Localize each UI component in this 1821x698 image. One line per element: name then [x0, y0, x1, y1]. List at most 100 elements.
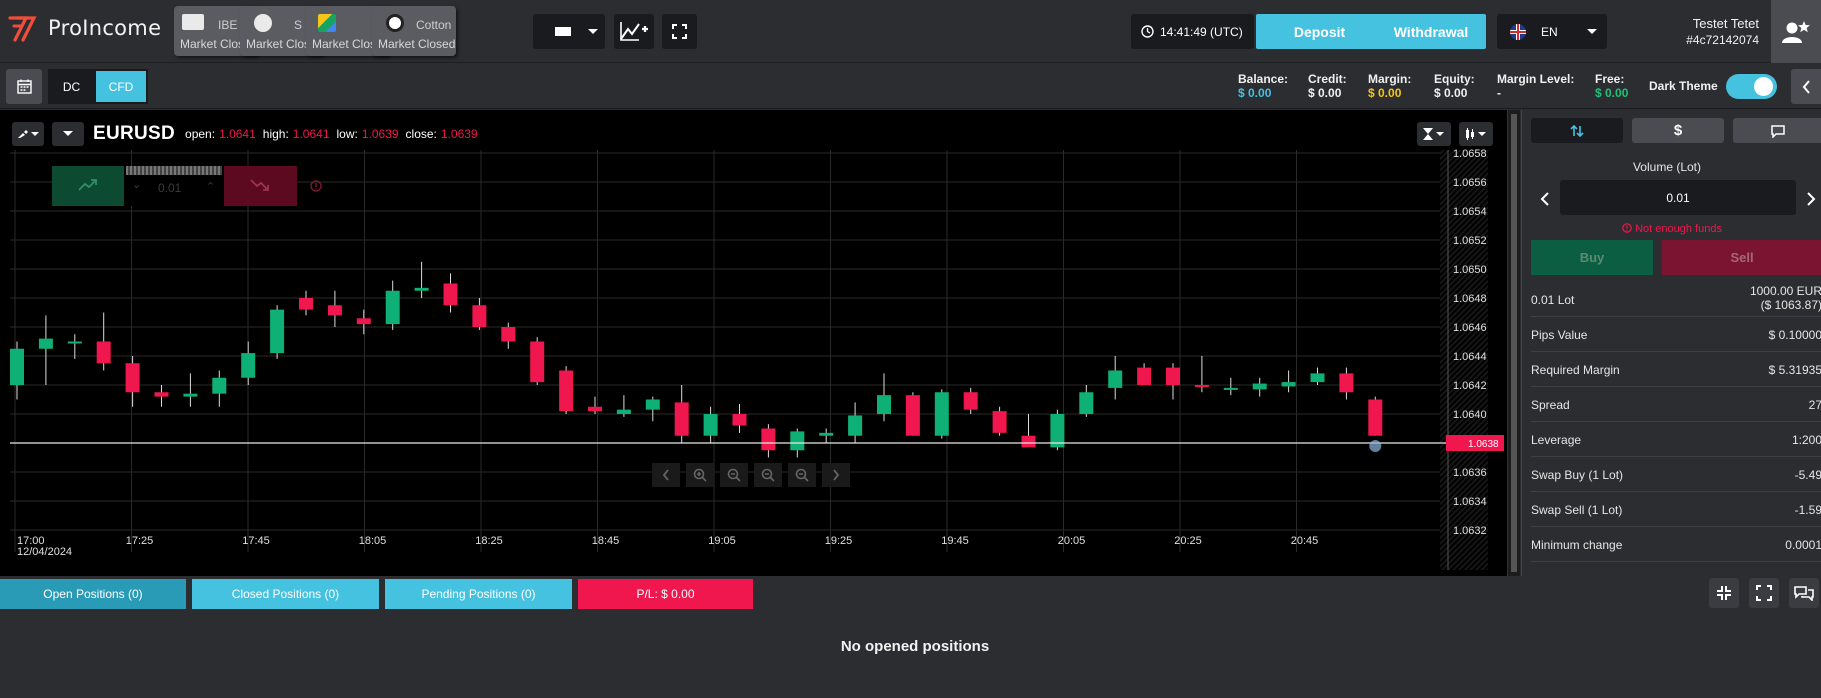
pips-value-row: Pips Value $ 0.10000	[1531, 317, 1821, 352]
brand-logo-icon	[8, 16, 37, 42]
fullscreen-icon	[1756, 585, 1772, 601]
brand-logo[interactable]: ProIncome	[8, 14, 161, 42]
candle-body	[703, 414, 718, 436]
chevron-down-icon	[588, 29, 598, 34]
chat-bubbles-icon	[1794, 586, 1814, 601]
zoom-in-icon	[693, 468, 707, 482]
candle-body	[472, 305, 487, 327]
zoom-controls	[652, 463, 852, 487]
expand-positions-button[interactable]	[1749, 578, 1779, 608]
candle-body	[1108, 370, 1123, 388]
zoom-in-button[interactable]	[686, 463, 714, 487]
stat-value: $ 0.00	[1595, 86, 1629, 100]
quick-trade-widget: ⌄ 0.01 ⌃	[52, 166, 322, 206]
language-selector[interactable]: EN	[1497, 14, 1607, 49]
asset-symbol: Cotton	[416, 18, 452, 32]
candle-body	[645, 399, 660, 410]
user-star-icon	[1782, 20, 1810, 43]
candle-body	[530, 341, 545, 383]
support-chat-button[interactable]	[1789, 578, 1819, 608]
calendar-button[interactable]	[6, 69, 42, 104]
zoom-fit-button[interactable]	[788, 463, 816, 487]
scroll-right-button[interactable]	[822, 463, 850, 487]
mode-dc-button[interactable]: DC	[48, 69, 95, 104]
account-button[interactable]	[1771, 0, 1821, 63]
stat-value: $ 0.00	[1308, 86, 1342, 100]
candle-body	[1079, 392, 1094, 414]
volume-input[interactable]: 0.01	[1560, 180, 1796, 215]
panel-tab-chat[interactable]	[1733, 118, 1821, 143]
withdrawal-button[interactable]: Withdrawal	[1376, 14, 1486, 49]
row-label: Swap Sell (1 Lot)	[1531, 503, 1623, 517]
funds-error-text: Not enough funds	[1635, 223, 1722, 235]
candle-body	[761, 428, 776, 451]
mode-switch: DC CFD	[48, 69, 148, 104]
buy-button[interactable]: Buy	[1531, 240, 1653, 275]
top-bar: ProIncome IBE Market Closed S Market Clo…	[0, 0, 1821, 63]
asset-symbol: IBE	[218, 18, 238, 32]
candle-body	[443, 283, 458, 306]
panel-tab-trade[interactable]	[1531, 118, 1623, 143]
stat-label: Free:	[1595, 72, 1625, 86]
volume-strip	[126, 166, 222, 175]
user-info[interactable]: Testet Tetet #4c72142074	[1686, 16, 1759, 48]
zoom-reset-button[interactable]	[754, 463, 782, 487]
panel-tab-money[interactable]: $	[1632, 118, 1724, 143]
candle-body	[385, 290, 400, 325]
tab-closed-positions[interactable]: Closed Positions (0)	[192, 579, 379, 609]
y-tick-label: 1.0658	[1453, 148, 1487, 160]
dark-theme-toggle[interactable]	[1726, 74, 1777, 99]
sell-button[interactable]: Sell	[1662, 240, 1821, 275]
indicators-button[interactable]	[614, 14, 654, 49]
candle-body	[674, 402, 689, 436]
chevron-down-icon: ⌄	[132, 179, 142, 191]
volume-label: Volume (Lot)	[1632, 160, 1702, 174]
scrollbar-thumb[interactable]	[1511, 114, 1517, 572]
chart-type-dropdown[interactable]	[533, 14, 605, 49]
collapse-panel-button[interactable]	[1791, 69, 1821, 104]
row-value: $ 5.31935	[1768, 363, 1821, 377]
y-tick-label: 1.0652	[1453, 235, 1487, 247]
price-pulse-dot	[1369, 440, 1382, 452]
fullscreen-button[interactable]	[662, 14, 697, 49]
y-tick-label: 1.0654	[1453, 206, 1487, 218]
candle-body	[1166, 367, 1180, 385]
asset-logo-icon	[318, 14, 336, 32]
collapse-positions-button[interactable]	[1709, 578, 1739, 608]
asset-tab-4[interactable]: Cotton Market Closed	[372, 6, 456, 56]
y-tick-label: 1.0636	[1453, 467, 1487, 479]
volume-decrease-button[interactable]	[1540, 192, 1550, 206]
y-tick-label: 1.0640	[1453, 409, 1487, 421]
account-bar: DC CFD Balance: $ 0.00 Credit: $ 0.00 Ma…	[0, 64, 1821, 109]
uk-flag-icon	[1510, 24, 1526, 40]
row-value: 1:200	[1791, 433, 1821, 447]
deposit-button[interactable]: Deposit	[1256, 14, 1383, 49]
server-clock: 14:41:49 (UTC)	[1131, 14, 1254, 49]
scroll-left-button[interactable]	[652, 463, 680, 487]
tab-open-positions[interactable]: Open Positions (0)	[0, 579, 186, 609]
clock-time: 14:41:49 (UTC)	[1160, 24, 1243, 39]
stat-label: Equity:	[1434, 72, 1475, 86]
funds-error: Not enough funds	[1522, 223, 1821, 235]
margin-stat: Margin: $ 0.00	[1368, 72, 1411, 100]
minimum-change-row: Minimum change 0.0001	[1531, 527, 1821, 562]
info-icon[interactable]	[310, 180, 322, 192]
chevron-down-icon	[1587, 29, 1597, 34]
candle-body	[501, 327, 516, 342]
quick-sell-button[interactable]	[224, 166, 297, 206]
volume-increase-button[interactable]	[1806, 192, 1816, 206]
candle-body	[819, 432, 834, 436]
x-date-label: 12/04/2024	[17, 546, 72, 558]
stat-value: -	[1497, 86, 1501, 100]
y-tick-label: 1.0634	[1453, 496, 1487, 508]
candle-body	[616, 409, 631, 414]
quick-buy-button[interactable]	[52, 166, 124, 206]
quick-volume[interactable]: ⌄ 0.01 ⌃	[124, 166, 224, 206]
tab-pending-positions[interactable]: Pending Positions (0)	[385, 579, 572, 609]
mode-cfd-button[interactable]: CFD	[96, 71, 146, 102]
chart-scrollbar[interactable]	[1507, 110, 1520, 576]
chat-icon	[1770, 124, 1785, 138]
zoom-out-button[interactable]	[720, 463, 748, 487]
candle-body	[356, 318, 371, 325]
chart-area[interactable]: EURUSD open: 1.0641 high: 1.0641 low: 1.…	[0, 110, 1520, 576]
